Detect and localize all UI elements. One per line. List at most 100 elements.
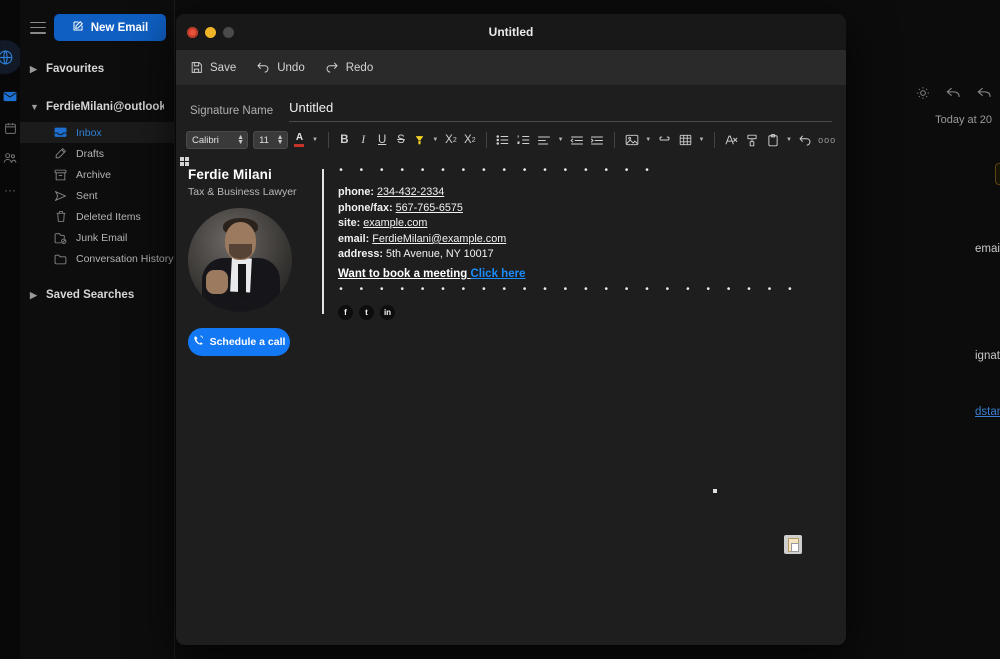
signature-field-value: 5th Avenue, NY 10017 [386, 248, 494, 261]
decrease-indent-button[interactable] [569, 131, 584, 149]
insert-image-button[interactable] [624, 131, 639, 149]
signature-field-value[interactable]: 567-765-6575 [396, 202, 463, 214]
redo-label: Redo [345, 61, 374, 74]
twitter-icon[interactable]: t [359, 304, 374, 320]
stepper-icon[interactable]: ▲ ▼ [237, 134, 244, 146]
signature-name-field[interactable] [289, 99, 832, 122]
app-switcher-rail: ··· [0, 0, 22, 659]
highlight-chevron-down-icon[interactable]: ▼ [432, 137, 439, 143]
sidebar-item-conversation-history[interactable]: Conversation History [20, 248, 174, 269]
sidebar-item-archive[interactable]: Archive [20, 164, 174, 185]
insert-table-button[interactable] [677, 131, 692, 149]
message-link[interactable]: dstamp.com [975, 406, 1000, 418]
strikethrough-button[interactable]: S [394, 131, 408, 149]
clear-formatting-button[interactable] [724, 131, 739, 149]
people-icon[interactable] [2, 150, 18, 166]
subscript-button[interactable]: X2 [463, 131, 477, 149]
schedule-a-call-button[interactable]: Schedule a call [188, 328, 290, 356]
undo-arrow-icon [256, 61, 270, 74]
sidebar-item-inbox[interactable]: Inbox [20, 122, 174, 143]
message-body-line-2: ignature preview [975, 350, 1000, 362]
paste-options-button[interactable] [765, 131, 780, 149]
paste-chevron-down-icon[interactable]: ▼ [785, 137, 792, 143]
font-color-button[interactable]: A [293, 131, 307, 149]
format-painter-button[interactable] [744, 131, 759, 149]
divider [614, 132, 616, 148]
message-actions [916, 86, 992, 103]
signature-cta-link[interactable]: Click here [470, 268, 525, 280]
signature-social-icons: f t in [338, 304, 797, 320]
stepper-icon[interactable]: ▲ ▼ [277, 134, 284, 146]
sidebar-group-favourites[interactable]: ▶ Favourites [20, 57, 174, 81]
insert-link-button[interactable] [657, 131, 672, 149]
divider [327, 132, 329, 148]
font-color-chevron-down-icon[interactable]: ▼ [311, 137, 318, 143]
paste-clipboard-icon[interactable] [784, 535, 802, 554]
more-icon[interactable]: ··· [2, 182, 18, 198]
italic-button[interactable]: I [356, 131, 370, 149]
sidebar-item-drafts[interactable]: Drafts [20, 143, 174, 164]
superscript-button[interactable]: X2 [444, 131, 458, 149]
facebook-icon[interactable]: f [338, 304, 353, 320]
signature-field-label: email: [338, 232, 370, 245]
signature-name-row: Signature Name [176, 85, 846, 122]
table-chevron-down-icon[interactable]: ▼ [698, 137, 705, 143]
mail-icon[interactable] [2, 88, 18, 104]
linkedin-icon[interactable]: in [380, 304, 395, 320]
load-external-images-button[interactable]: ad external images [995, 163, 1000, 185]
increase-indent-button[interactable] [590, 131, 605, 149]
menu-toggle-icon[interactable] [30, 21, 46, 34]
redo-button[interactable]: Redo [325, 61, 374, 74]
undo-format-button[interactable] [798, 131, 813, 149]
font-color-icon: A [294, 133, 305, 147]
highlight-button[interactable] [413, 131, 427, 149]
calendar-icon[interactable] [2, 120, 18, 136]
signature-field-value[interactable]: example.com [363, 217, 427, 229]
sidebar-group-saved-searches[interactable]: ▶ Saved Searches [20, 283, 174, 307]
underline-button[interactable]: U [375, 131, 389, 149]
bullet-list-button[interactable] [496, 131, 511, 149]
sidebar-group-account[interactable]: ▼ FerdieMilani@outlook.co [20, 95, 174, 119]
signature-field-value[interactable]: 234-432-2334 [377, 186, 444, 198]
undo-button[interactable]: Undo [256, 61, 305, 74]
save-button[interactable]: Save [190, 61, 236, 74]
sidebar-item-deleted-items[interactable]: Deleted Items [20, 206, 174, 227]
image-chevron-down-icon[interactable]: ▼ [645, 137, 652, 143]
sidebar-item-junk-email[interactable]: Junk Email [20, 227, 174, 248]
signature-contact-fields: phone: 234-432-2334 phone/fax: 567-765-65… [338, 185, 797, 263]
globe-icon[interactable] [0, 40, 22, 74]
window-controls [176, 26, 234, 38]
reply-all-icon[interactable] [977, 86, 992, 103]
signature-cta[interactable]: Want to book a meeting Click here [338, 268, 797, 280]
signature-field-value[interactable]: FerdieMilani@example.com [372, 233, 506, 245]
sent-paper-plane-icon [54, 189, 67, 202]
close-button[interactable] [187, 26, 198, 38]
save-label: Save [210, 61, 237, 74]
new-email-button[interactable]: New Email [54, 14, 166, 41]
brightness-icon[interactable] [916, 86, 930, 103]
signature-person-name: Ferdie Milani [188, 167, 272, 182]
signature-field-row: address: 5th Avenue, NY 10017 [338, 247, 797, 263]
sidebar-item-sent[interactable]: Sent [20, 185, 174, 206]
sidebar-header: New Email [20, 0, 174, 41]
minimize-button[interactable] [205, 26, 216, 38]
more-options-button[interactable]: ooo [818, 131, 836, 149]
reply-icon[interactable] [946, 86, 961, 103]
align-chevron-down-icon[interactable]: ▼ [557, 137, 564, 143]
signature-field-label: phone: [338, 186, 374, 198]
font-family-select[interactable]: Calibri ▲ ▼ [186, 131, 249, 149]
table-select-handle-icon[interactable] [180, 157, 189, 166]
bold-button[interactable]: B [338, 131, 352, 149]
dialog-title: Untitled [488, 25, 534, 39]
signature-canvas[interactable]: Ferdie Milani Tax & Business Lawyer Sche… [176, 157, 846, 645]
sidebar-item-label: Junk Email [76, 231, 128, 244]
font-size-select[interactable]: 11 ▲ ▼ [253, 131, 288, 149]
numbered-list-button[interactable] [516, 131, 531, 149]
signature-field-row: phone/fax: 567-765-6575 [338, 201, 797, 217]
signature-name-input[interactable] [289, 100, 832, 115]
folder-icon [54, 252, 67, 265]
app-root: ··· New Email ▶ Favourites ▼ FerdieMilan… [0, 0, 1000, 659]
sidebar-item-label: Conversation History [76, 252, 174, 265]
align-button[interactable] [536, 131, 551, 149]
signature-field-row: email: FerdieMilani@example.com [338, 232, 797, 248]
